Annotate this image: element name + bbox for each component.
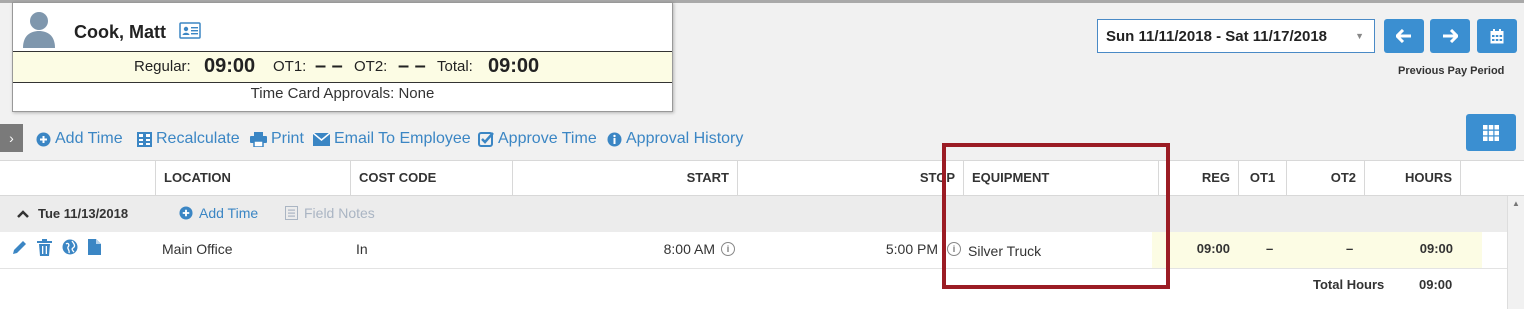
- arrow-left-icon: [1396, 29, 1411, 43]
- email-employee-button[interactable]: Email To Employee: [313, 130, 471, 148]
- cell-cost-code: In: [356, 241, 368, 257]
- cell-location: Main Office: [162, 241, 233, 257]
- day-add-time-button[interactable]: Add Time: [179, 205, 258, 221]
- calendar-button[interactable]: [1477, 19, 1517, 53]
- chevron-right-icon: ›: [9, 130, 14, 146]
- approvals-status: Time Card Approvals: None: [250, 85, 435, 102]
- document-icon[interactable]: [88, 239, 101, 255]
- cell-reg: 09:00: [1196, 241, 1230, 256]
- arrow-right-icon: [1443, 29, 1458, 43]
- recalculate-label: Recalculate: [156, 130, 240, 147]
- calendar-icon: [1490, 28, 1504, 43]
- pay-period-value: Sun 11/11/2018 - Sat 11/17/2018: [1106, 28, 1328, 45]
- trash-icon[interactable]: [37, 239, 52, 256]
- avatar-icon: [21, 8, 57, 48]
- calculator-icon: [137, 131, 152, 147]
- time-entries-table: LOCATION COST CODE START STOP EQUIPMENT …: [0, 160, 1524, 309]
- employee-card: Cook, Matt Regular: 09:00 OT1: – – OT2: …: [12, 2, 673, 112]
- field-notes-label: Field Notes: [304, 205, 375, 221]
- cell-start: 8:00 AM: [663, 241, 715, 257]
- table-row[interactable]: Main Office In 8:00 AM i 5:00 PM i Silve…: [0, 232, 1507, 269]
- day-date: Tue 11/13/2018: [38, 206, 129, 221]
- edit-pencil-icon[interactable]: [11, 240, 27, 256]
- column-header-stop[interactable]: STOP: [737, 161, 963, 195]
- print-icon: [250, 131, 267, 147]
- column-header-spacer: [1460, 161, 1524, 195]
- grid-icon: [1483, 124, 1499, 141]
- column-header-start[interactable]: START: [512, 161, 737, 195]
- total-hours-value: 09:00: [1419, 277, 1453, 292]
- equipment-highlight-box: [942, 143, 1170, 289]
- regular-label: Regular:: [134, 58, 191, 75]
- sidebar-toggle[interactable]: ›: [0, 124, 23, 152]
- scroll-up-icon[interactable]: ▲: [1512, 199, 1520, 208]
- approve-time-label: Approve Time: [498, 130, 597, 147]
- column-header-cost-code[interactable]: COST CODE: [350, 161, 512, 195]
- envelope-icon: [313, 132, 330, 146]
- ot2-value: – –: [398, 55, 426, 77]
- chevron-down-icon: ▼: [1355, 31, 1364, 41]
- total-hours-label: Total Hours: [1313, 277, 1385, 292]
- employee-name: Cook, Matt: [74, 22, 166, 42]
- ot2-label: OT2:: [354, 58, 388, 75]
- next-period-button[interactable]: [1430, 19, 1470, 53]
- column-header-reg[interactable]: REG: [1158, 161, 1238, 195]
- check-square-icon: [478, 132, 494, 147]
- email-employee-label: Email To Employee: [334, 130, 471, 147]
- total-label: Total:: [437, 58, 473, 75]
- add-time-button[interactable]: Add Time: [36, 130, 123, 148]
- total-value: 09:00: [488, 55, 540, 77]
- column-header-hours[interactable]: HOURS: [1364, 161, 1460, 195]
- cell-stop: 5:00 PM: [885, 241, 938, 257]
- column-header-ot1[interactable]: OT1: [1238, 161, 1286, 195]
- cell-ot1: –: [1266, 241, 1274, 256]
- add-time-label: Add Time: [55, 130, 123, 147]
- table-header: LOCATION COST CODE START STOP EQUIPMENT …: [0, 160, 1524, 196]
- regular-value: 09:00: [204, 55, 256, 77]
- globe-icon[interactable]: [62, 239, 78, 255]
- recalculate-button[interactable]: Recalculate: [137, 130, 240, 148]
- chevron-up-icon[interactable]: [17, 210, 29, 218]
- cell-ot2: –: [1346, 241, 1354, 256]
- print-button[interactable]: Print: [250, 130, 304, 148]
- ot1-label: OT1:: [273, 58, 307, 75]
- start-info-icon[interactable]: i: [721, 242, 735, 256]
- ot1-value: – –: [315, 55, 343, 77]
- hours-summary: Regular: 09:00 OT1: – – OT2: – – Total: …: [13, 51, 672, 83]
- field-notes-button[interactable]: Field Notes: [285, 205, 375, 221]
- previous-pay-period-label: Previous Pay Period: [1398, 65, 1505, 77]
- day-add-time-label: Add Time: [199, 205, 259, 221]
- plus-circle-icon: [36, 132, 51, 146]
- cell-hours: 09:00: [1419, 241, 1453, 256]
- info-circle-icon: [607, 132, 622, 146]
- approval-history-button[interactable]: Approval History: [607, 130, 743, 148]
- notes-icon: [285, 206, 298, 220]
- print-label: Print: [271, 130, 304, 147]
- plus-circle-icon: [179, 206, 193, 220]
- id-card-icon[interactable]: [179, 22, 201, 39]
- column-chooser-button[interactable]: [1466, 114, 1516, 151]
- column-header-location[interactable]: LOCATION: [155, 161, 350, 195]
- column-header-ot2[interactable]: OT2: [1286, 161, 1364, 195]
- approval-history-label: Approval History: [626, 130, 744, 147]
- day-group-header[interactable]: Tue 11/13/2018 Add Time Field Notes: [0, 196, 1507, 232]
- pay-period-select[interactable]: Sun 11/11/2018 - Sat 11/17/2018 ▼: [1097, 19, 1375, 53]
- approve-time-button[interactable]: Approve Time: [478, 130, 597, 148]
- previous-period-button[interactable]: [1384, 19, 1424, 53]
- vertical-scrollbar[interactable]: ▲: [1507, 196, 1524, 309]
